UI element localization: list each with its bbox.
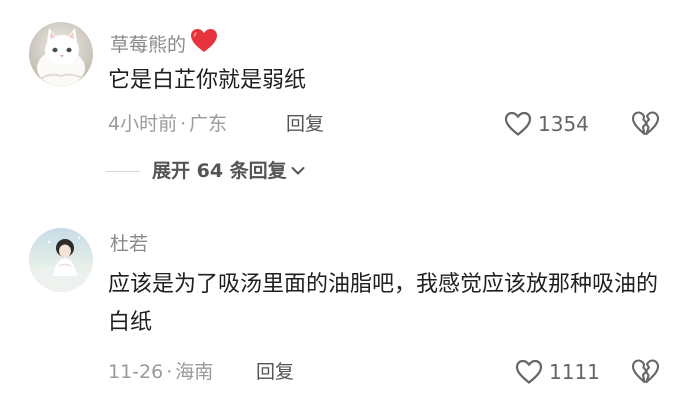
dislike-button[interactable]	[631, 358, 660, 386]
expand-replies-button[interactable]: 展开 64 条回复	[106, 158, 305, 184]
comment-time: 4小时前	[108, 113, 178, 135]
meta-separator: ·	[180, 113, 187, 135]
username[interactable]: 草莓熊的	[110, 28, 218, 57]
reply-button[interactable]: 回复	[256, 359, 294, 385]
divider-line	[106, 170, 140, 172]
dislike-button[interactable]	[631, 110, 660, 138]
avatar[interactable]	[29, 22, 93, 86]
comment-location: 广东	[189, 113, 228, 135]
comment-meta: 4小时前 · 广东	[108, 111, 227, 137]
comment-location: 海南	[175, 361, 214, 383]
broken-heart-icon	[631, 111, 660, 136]
comment-item: 杜若 应该是为了吸汤里面的油脂吧，我感觉应该放那种吸油的白纸 11-26 · 海南 …	[0, 200, 690, 404]
reply-button[interactable]: 回复	[286, 111, 324, 137]
girl-photo-avatar-icon	[29, 228, 93, 292]
comment-item: 草莓熊的 它是白芷你就是弱纸 4小时前 · 广东 回复 1354 展开 64 条回复	[0, 0, 690, 200]
username[interactable]: 杜若	[110, 232, 148, 256]
expand-replies-label: 展开 64 条回复	[152, 160, 287, 182]
comment-text: 应该是为了吸汤里面的油脂吧，我感觉应该放那种吸油的白纸	[108, 272, 659, 335]
comment-text: 它是白芷你就是弱纸	[108, 68, 307, 93]
comment-meta: 11-26 · 海南	[108, 359, 213, 385]
heart-outline-icon	[515, 359, 543, 384]
comment-time: 11-26	[108, 361, 164, 383]
like-count: 1354	[538, 112, 589, 136]
like-button[interactable]: 1354	[504, 111, 589, 137]
avatar[interactable]	[29, 228, 93, 292]
broken-heart-icon	[631, 359, 660, 384]
username-text: 草莓熊的	[110, 34, 187, 56]
heart-outline-icon	[504, 111, 532, 136]
red-heart-emoji-icon	[191, 29, 218, 52]
white-cat-avatar-icon	[29, 22, 93, 86]
like-button[interactable]: 1111	[515, 359, 600, 385]
chevron-down-icon	[291, 167, 305, 175]
meta-separator: ·	[166, 361, 173, 383]
like-count: 1111	[549, 360, 600, 384]
